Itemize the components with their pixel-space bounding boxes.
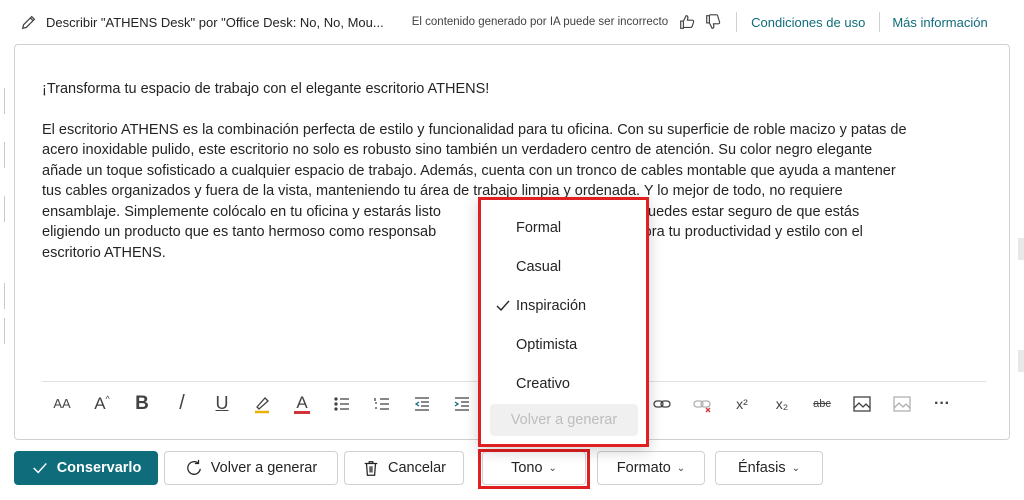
keep-button[interactable]: Conservarlo [14,451,158,485]
edge-mark [0,88,5,114]
chevron-down-icon: ⌄ [548,462,557,474]
header-divider [736,12,738,32]
ai-disclaimer: El contenido generado por IA puede ser i… [411,16,669,28]
tone-option-label: Casual [516,259,562,275]
edge-mark [0,318,5,344]
edge-mark [0,283,5,309]
tone-option-formal[interactable]: Formal [481,209,646,247]
trash-icon [364,461,378,476]
underline-button[interactable]: U [202,386,242,422]
insert-image-button[interactable] [842,386,882,422]
bullets-icon [334,396,349,411]
highlighter-icon [255,396,269,413]
paragraph-line: añade un toque sofisticado a cualquier e… [42,162,896,179]
more-options-button[interactable]: ··· [922,386,962,422]
subscript-icon: x₂ [775,395,789,412]
tone-option-label: Optimista [516,337,578,353]
prompt-title: Describir "ATHENS Desk" por "Office Desk… [46,14,384,30]
numbered-list-icon [374,397,389,410]
font-size-icon: AA [53,396,71,411]
superscript-icon: x² [736,395,748,412]
tone-option-optimista[interactable]: Optimista [481,326,646,364]
highlight-button[interactable] [242,386,282,422]
font-size-button[interactable]: AA [42,386,82,422]
strikethrough-icon: abc [813,397,831,410]
regenerate-label: Volver a generar [210,460,318,476]
unlink-icon [693,399,711,412]
copilot-header: Describir "ATHENS Desk" por "Office Desk… [6,0,1016,44]
tone-button[interactable]: Tono ⌄ [482,451,586,485]
remove-link-button[interactable] [682,386,722,422]
italic-button[interactable]: / [162,386,202,422]
refresh-icon [187,459,201,475]
content-heading: ¡Transforma tu espacio de trabajo con el… [42,81,490,97]
right-window-edge [1016,0,1024,500]
emphasis-label: Énfasis [738,460,786,476]
image-icon [853,395,871,412]
format-label: Formato [616,460,671,476]
paragraph-line: El escritorio ATHENS es la combinación p… [42,121,907,138]
thumbs-up-icon[interactable] [678,13,696,31]
font-color-icon: A [296,392,308,412]
superscript-button[interactable]: x² [722,386,762,422]
edge-mark [1018,238,1024,260]
bold-icon: B [135,392,149,414]
increase-indent-button[interactable] [442,386,482,422]
checkmark-icon [496,300,510,312]
paragraph-fragment: ensamblaje. Simplemente colócalo en tu o… [42,203,441,220]
terms-of-use-link[interactable]: Condiciones de uso [751,15,865,30]
strikethrough-button[interactable]: abc [802,386,842,422]
link-icon [653,399,671,408]
bullets-button[interactable] [322,386,362,422]
edge-mark [0,196,5,222]
more-icon: ··· [934,394,950,412]
tone-option-creativo[interactable]: Creativo [481,365,646,403]
emphasis-button[interactable]: Énfasis ⌄ [715,451,823,485]
font-color-swatch [294,410,310,414]
edge-mark [0,142,5,168]
decrease-indent-icon [414,396,429,411]
regenerate-button[interactable]: Volver a generar [164,451,338,485]
bold-button[interactable]: B [122,386,162,422]
chevron-down-icon: ⌄ [676,462,686,474]
cancel-button[interactable]: Cancelar [344,451,464,485]
header-divider [879,12,881,32]
grow-font-button[interactable]: A ^ [82,386,122,422]
thumbs-down-icon[interactable] [704,13,722,31]
italic-icon: / [179,392,185,414]
menu-regenerate-button[interactable]: Volver a generar [490,404,638,436]
left-window-edge [0,0,6,500]
paragraph-line: acero inoxidable pulido, este escritorio… [42,142,873,158]
pen-icon [21,15,36,30]
decrease-indent-button[interactable] [402,386,442,422]
chevron-down-icon: ⌄ [791,462,800,474]
tone-option-label: Creativo [516,376,570,392]
tone-option-casual[interactable]: Casual [481,248,646,286]
increase-indent-icon [454,396,469,411]
subscript-button[interactable]: x₂ [762,386,802,422]
more-info-link[interactable]: Más información [892,15,987,30]
edge-mark [1018,350,1024,372]
tone-option-label: Formal [516,220,562,236]
image-options-button[interactable] [882,386,922,422]
tone-option-inspiracion[interactable]: Inspiración [481,287,646,325]
underline-icon: U [215,393,229,413]
tone-label: Tono [511,460,543,476]
tone-dropdown-menu: Formal Casual Inspiración Optimista Crea… [478,197,649,447]
cancel-label: Cancelar [387,460,447,476]
tone-option-label: Inspiración [516,298,587,314]
image-settings-icon [893,395,911,412]
checkmark-icon [32,463,47,474]
font-color-button[interactable]: A [282,386,322,422]
grow-font-icon: A [94,393,106,413]
format-button[interactable]: Formato ⌄ [597,451,705,485]
keep-label: Conservarlo [56,460,142,476]
numbering-button[interactable] [362,386,402,422]
paragraph-fragment: eligiendo un producto que es tanto hermo… [42,224,437,240]
